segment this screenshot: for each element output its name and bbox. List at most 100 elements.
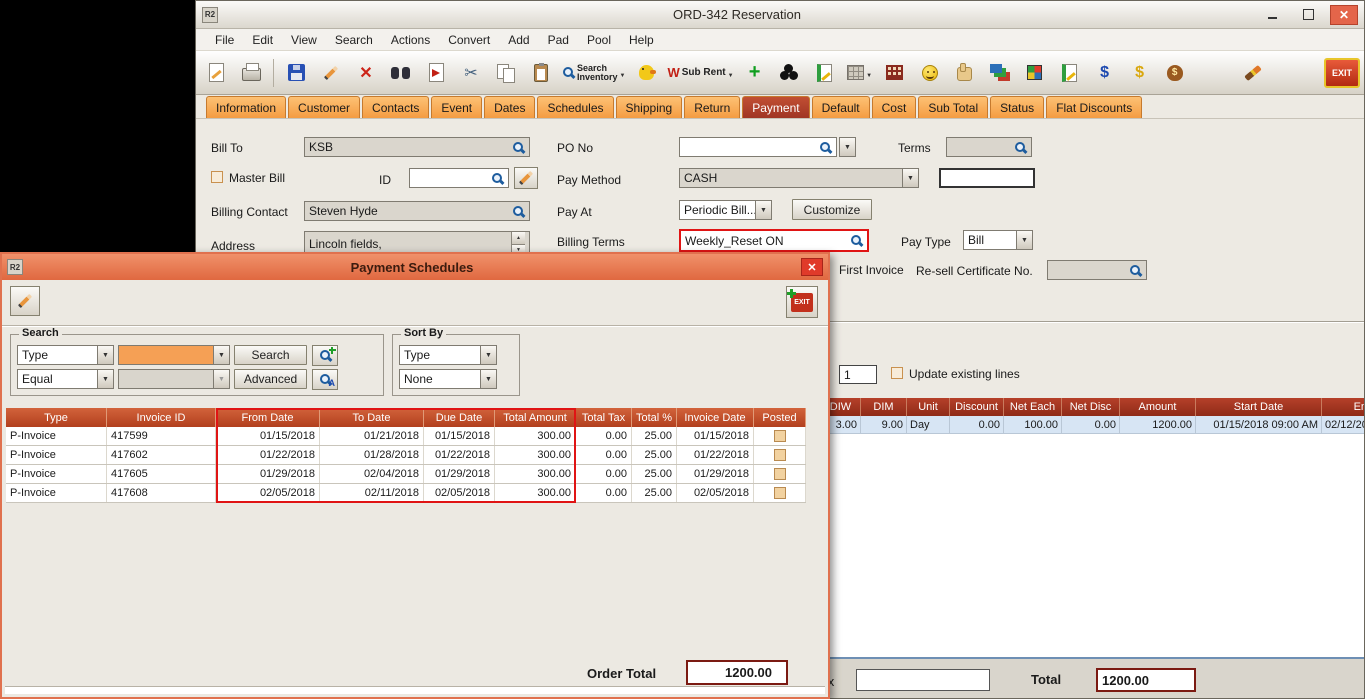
sub-rent-button[interactable]: W Sub Rent bbox=[665, 55, 735, 91]
menu-view[interactable]: View bbox=[282, 30, 326, 50]
col-type[interactable]: Type bbox=[6, 408, 107, 427]
col-to-date[interactable]: To Date bbox=[320, 408, 424, 427]
notepad-button[interactable] bbox=[1054, 55, 1086, 91]
lookup-magnifier-icon[interactable] bbox=[819, 141, 832, 154]
tab-event[interactable]: Event bbox=[431, 96, 482, 118]
lookup-magnifier-icon[interactable] bbox=[1129, 264, 1142, 277]
brush-button[interactable] bbox=[1237, 55, 1269, 91]
find-button[interactable] bbox=[385, 55, 417, 91]
posted-checkbox[interactable] bbox=[774, 468, 786, 480]
col-discount[interactable]: Discount bbox=[950, 398, 1004, 416]
col-end-date[interactable]: End Date bbox=[1322, 398, 1365, 416]
col-net-disc[interactable]: Net Disc bbox=[1062, 398, 1120, 416]
customize-button[interactable]: Customize bbox=[792, 199, 872, 220]
dialog-exit-button[interactable]: EXIT bbox=[786, 286, 818, 318]
dropdown-arrow-icon[interactable] bbox=[97, 370, 113, 388]
master-bill-checkbox[interactable] bbox=[211, 171, 223, 183]
sort-primary-combo[interactable]: Type bbox=[399, 345, 497, 365]
menu-edit[interactable]: Edit bbox=[243, 30, 282, 50]
lookup-magnifier-icon[interactable] bbox=[491, 172, 504, 185]
menu-convert[interactable]: Convert bbox=[439, 30, 499, 50]
col-amount[interactable]: Amount bbox=[1120, 398, 1196, 416]
pool-balls-button[interactable] bbox=[774, 55, 806, 91]
tab-shipping[interactable]: Shipping bbox=[616, 96, 683, 118]
schedule-row[interactable]: P-Invoice 417599 01/15/2018 01/21/2018 0… bbox=[6, 427, 806, 446]
add-button[interactable] bbox=[739, 55, 771, 91]
advanced-button[interactable]: Advanced bbox=[234, 369, 307, 389]
col-dim[interactable]: DIM bbox=[861, 398, 907, 416]
minimize-button[interactable] bbox=[1258, 5, 1286, 25]
schedule-row[interactable]: P-Invoice 417602 01/22/2018 01/28/2018 0… bbox=[6, 446, 806, 465]
col-from-date[interactable]: From Date bbox=[216, 408, 320, 427]
dropdown-arrow-icon[interactable] bbox=[213, 346, 229, 364]
advanced-search-button[interactable] bbox=[312, 369, 338, 390]
col-net-each[interactable]: Net Each bbox=[1004, 398, 1062, 416]
billing-contact-field[interactable]: Steven Hyde bbox=[304, 201, 530, 221]
lookup-magnifier-icon[interactable] bbox=[1014, 141, 1027, 154]
tab-schedules[interactable]: Schedules bbox=[537, 96, 613, 118]
search-button[interactable]: Search bbox=[234, 345, 307, 365]
search-go-button[interactable] bbox=[312, 345, 338, 366]
tab-information[interactable]: Information bbox=[206, 96, 286, 118]
po-no-dropdown-button[interactable] bbox=[839, 137, 856, 157]
lookup-magnifier-icon[interactable] bbox=[850, 234, 863, 247]
chevron-down-icon[interactable] bbox=[620, 66, 626, 80]
posted-checkbox[interactable] bbox=[774, 449, 786, 461]
pay-method-extra-field[interactable] bbox=[939, 168, 1035, 188]
cut-button[interactable] bbox=[455, 55, 487, 91]
tab-status[interactable]: Status bbox=[990, 96, 1044, 118]
col-total-pct[interactable]: Total % bbox=[632, 408, 677, 427]
pay-method-combo[interactable]: CASH bbox=[679, 168, 919, 188]
terms-field[interactable] bbox=[946, 137, 1032, 157]
building-button[interactable] bbox=[879, 55, 911, 91]
id-field[interactable] bbox=[409, 168, 509, 188]
dollar-yellow-button[interactable] bbox=[1124, 55, 1156, 91]
maximize-button[interactable] bbox=[1294, 5, 1322, 25]
edit-notes-button[interactable] bbox=[809, 55, 841, 91]
dropdown-arrow-icon[interactable] bbox=[902, 169, 918, 187]
save-button[interactable] bbox=[280, 55, 312, 91]
paste-button[interactable] bbox=[525, 55, 557, 91]
dialog-edit-button[interactable] bbox=[10, 286, 40, 316]
spinner-up-icon[interactable] bbox=[512, 232, 525, 245]
dropdown-arrow-icon[interactable] bbox=[1016, 231, 1032, 249]
posted-checkbox[interactable] bbox=[774, 430, 786, 442]
col-invoice-date[interactable]: Invoice Date bbox=[677, 408, 754, 427]
dollar-blue-button[interactable] bbox=[1089, 55, 1121, 91]
new-document-button[interactable] bbox=[200, 55, 232, 91]
tab-return[interactable]: Return bbox=[684, 96, 740, 118]
search-field-combo[interactable]: Type bbox=[17, 345, 114, 365]
schedule-row[interactable]: P-Invoice 417608 02/05/2018 02/11/2018 0… bbox=[6, 484, 806, 503]
col-due-date[interactable]: Due Date bbox=[424, 408, 495, 427]
col-posted[interactable]: Posted bbox=[754, 408, 806, 427]
search-value-combo[interactable] bbox=[118, 345, 230, 365]
qty-field[interactable]: 1 bbox=[839, 365, 877, 384]
po-no-field[interactable] bbox=[679, 137, 837, 157]
col-total-tax[interactable]: Total Tax bbox=[576, 408, 632, 427]
pay-at-combo[interactable]: Periodic Bill... bbox=[679, 200, 772, 220]
tab-dates[interactable]: Dates bbox=[484, 96, 535, 118]
edit-button[interactable] bbox=[315, 55, 347, 91]
schedule-row[interactable]: P-Invoice 417605 01/29/2018 02/04/2018 0… bbox=[6, 465, 806, 484]
menu-actions[interactable]: Actions bbox=[382, 30, 439, 50]
bill-to-field[interactable]: KSB bbox=[304, 137, 530, 157]
posted-checkbox[interactable] bbox=[774, 487, 786, 499]
dropdown-arrow-icon[interactable] bbox=[97, 346, 113, 364]
cards-button[interactable] bbox=[984, 55, 1016, 91]
col-start-date[interactable]: Start Date bbox=[1196, 398, 1322, 416]
menu-add[interactable]: Add bbox=[499, 30, 538, 50]
menu-pad[interactable]: Pad bbox=[539, 30, 578, 50]
col-invoice-id[interactable]: Invoice ID bbox=[107, 408, 216, 427]
close-button[interactable] bbox=[1330, 5, 1358, 25]
chevron-down-icon[interactable] bbox=[866, 66, 872, 80]
menu-file[interactable]: File bbox=[206, 30, 243, 50]
tab-customer[interactable]: Customer bbox=[288, 96, 360, 118]
update-existing-lines-checkbox[interactable] bbox=[891, 367, 903, 379]
tab-contacts[interactable]: Contacts bbox=[362, 96, 429, 118]
dialog-close-button[interactable] bbox=[801, 258, 823, 276]
sort-secondary-combo[interactable]: None bbox=[399, 369, 497, 389]
menu-pool[interactable]: Pool bbox=[578, 30, 620, 50]
dropdown-arrow-icon[interactable] bbox=[755, 201, 771, 219]
cube-button[interactable] bbox=[1019, 55, 1051, 91]
search-inventory-button[interactable]: Search Inventory bbox=[560, 55, 627, 91]
